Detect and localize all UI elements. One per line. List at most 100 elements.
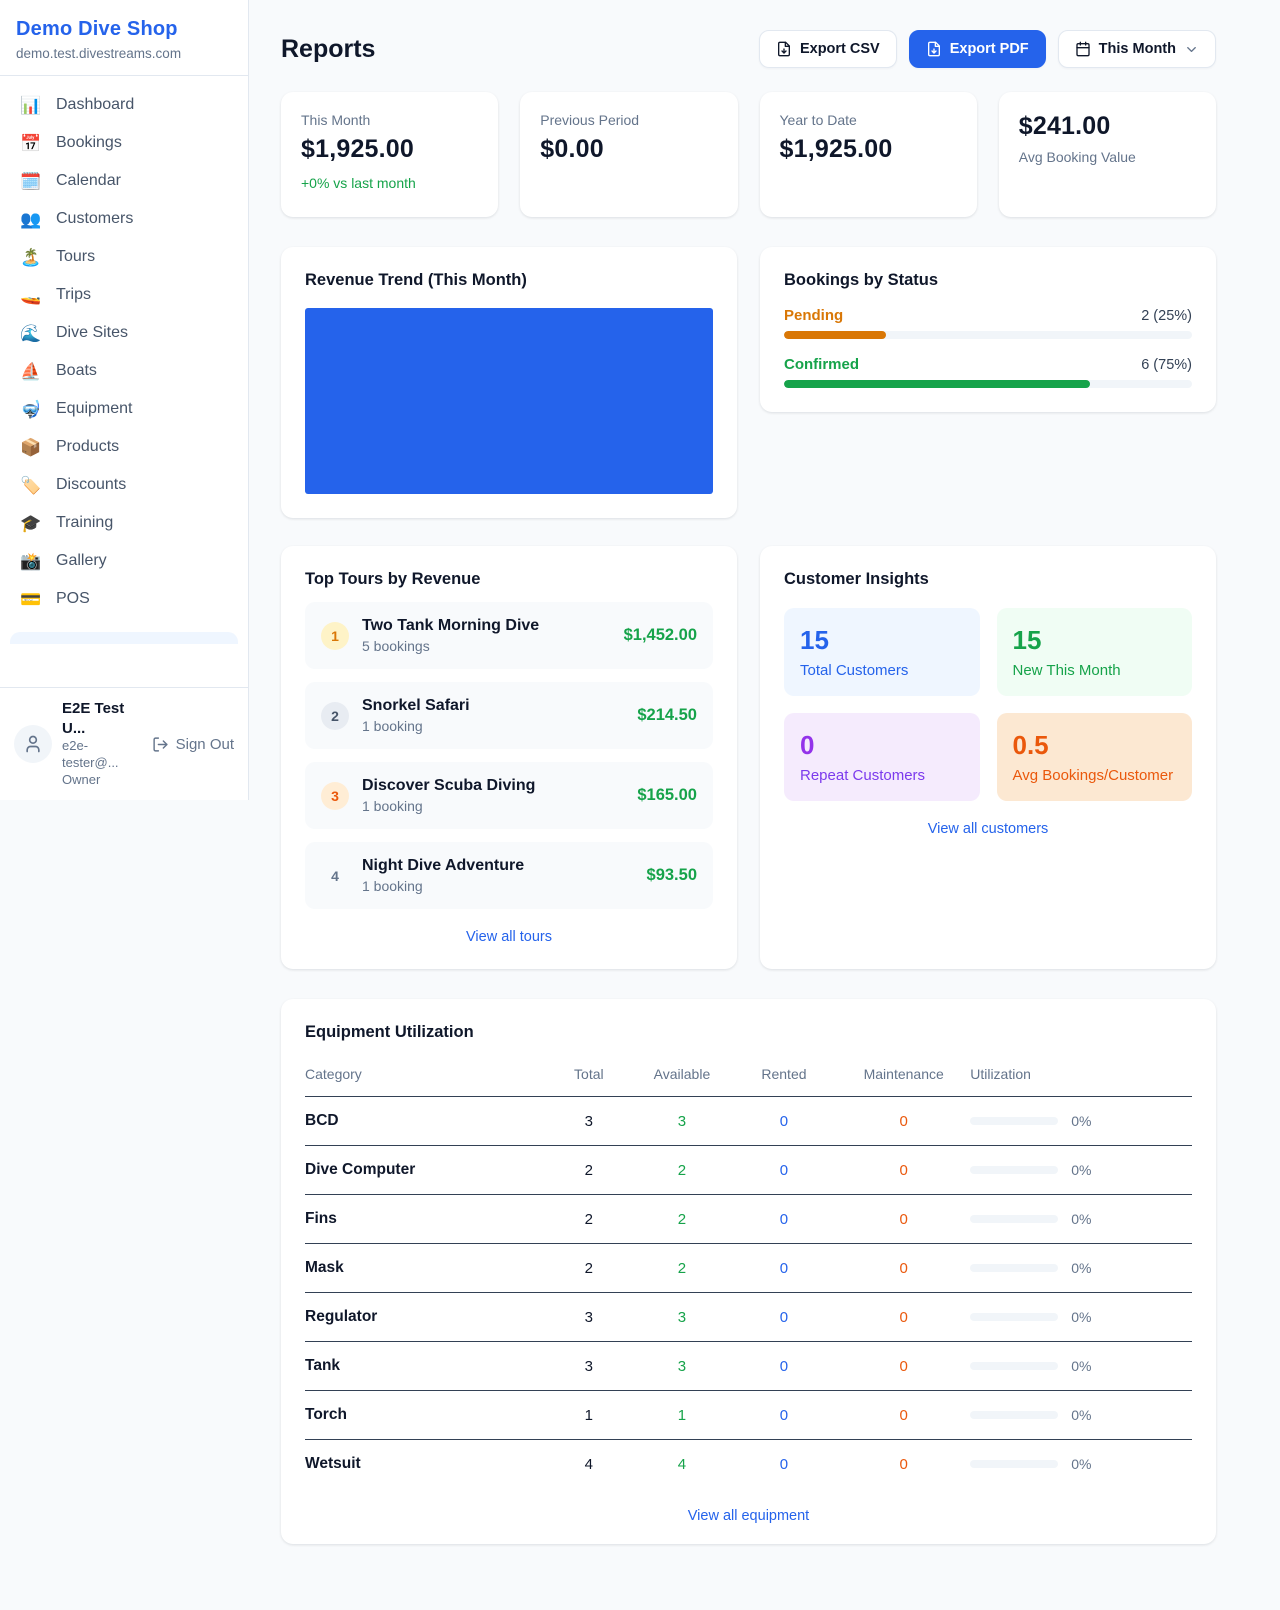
status-label: Confirmed [784, 356, 859, 373]
cell-total: 2 [544, 1146, 633, 1195]
status-label: Pending [784, 307, 843, 324]
table-row: Wetsuit 4 4 0 0 0% [305, 1440, 1192, 1489]
stat-label: Year to Date [780, 112, 957, 128]
top-tours-card: Top Tours by Revenue 1 Two Tank Morning … [281, 546, 737, 969]
cell-maintenance: 0 [837, 1097, 970, 1146]
tile-label: New This Month [1013, 662, 1177, 679]
sidebar-item-equipment[interactable]: 🤿 Equipment [10, 390, 238, 428]
stat-label: This Month [301, 112, 478, 128]
tour-row[interactable]: 4 Night Dive Adventure 1 booking $93.50 [305, 842, 713, 909]
status-count: 6 (75%) [1141, 357, 1192, 373]
sign-out-button[interactable]: Sign Out [152, 736, 234, 753]
tour-row[interactable]: 2 Snorkel Safari 1 booking $214.50 [305, 682, 713, 749]
chevron-down-icon [1184, 42, 1199, 57]
sidebar-item-discounts[interactable]: 🏷️ Discounts [10, 466, 238, 504]
table-row: Regulator 3 3 0 0 0% [305, 1293, 1192, 1342]
sidebar-item-pos[interactable]: 💳 POS [10, 580, 238, 618]
export-pdf-button[interactable]: Export PDF [909, 30, 1046, 68]
export-pdf-label: Export PDF [950, 41, 1029, 57]
sidebar-item-calendar[interactable]: 🗓️ Calendar [10, 162, 238, 200]
cell-category: Wetsuit [305, 1440, 544, 1489]
tour-name: Night Dive Adventure [362, 857, 634, 875]
user-email: e2e-tester@... [62, 738, 142, 772]
utilization-bar [970, 1117, 1058, 1125]
sidebar-item-label: Training [56, 514, 113, 532]
avatar [14, 725, 52, 763]
stats-row: This Month $1,925.00 +0% vs last month P… [281, 92, 1216, 217]
cell-category: Tank [305, 1342, 544, 1391]
cell-rented: 0 [731, 1391, 837, 1440]
cell-available: 3 [633, 1342, 731, 1391]
cell-category: Torch [305, 1391, 544, 1440]
sidebar-item-reports-partial[interactable] [10, 632, 238, 644]
tour-amount: $165.00 [637, 786, 697, 805]
sidebar-item-dive-sites[interactable]: 🌊 Dive Sites [10, 314, 238, 352]
bar-chart-icon: 📊 [20, 97, 42, 114]
table-row: Tank 3 3 0 0 0% [305, 1342, 1192, 1391]
main-content: Reports Export CSV Export PDF This Month… [249, 0, 1280, 1544]
sidebar-item-tours[interactable]: 🏝️ Tours [10, 238, 238, 276]
diving-mask-icon: 🤿 [20, 401, 42, 418]
tour-amount: $1,452.00 [624, 626, 697, 645]
sidebar-item-label: Equipment [56, 400, 133, 418]
user-name: E2E Test U... [62, 699, 142, 738]
tile-label: Avg Bookings/Customer [1013, 767, 1177, 784]
cell-rented: 0 [731, 1342, 837, 1391]
cell-maintenance: 0 [837, 1342, 970, 1391]
sidebar-item-products[interactable]: 📦 Products [10, 428, 238, 466]
sailboat-icon: ⛵ [20, 363, 42, 380]
cell-category: Mask [305, 1244, 544, 1293]
progress-track [784, 380, 1192, 388]
wave-icon: 🌊 [20, 325, 42, 342]
period-label: This Month [1099, 41, 1176, 57]
sidebar-item-training[interactable]: 🎓 Training [10, 504, 238, 542]
stat-value: $241.00 [1019, 112, 1196, 141]
cell-available: 3 [633, 1097, 731, 1146]
stat-value: $1,925.00 [301, 135, 478, 164]
export-csv-button[interactable]: Export CSV [759, 30, 897, 68]
sidebar-item-label: Gallery [56, 552, 107, 570]
tile-repeat-customers: 0 Repeat Customers [784, 713, 980, 801]
tour-row[interactable]: 3 Discover Scuba Diving 1 booking $165.0… [305, 762, 713, 829]
sidebar-item-boats[interactable]: ⛵ Boats [10, 352, 238, 390]
revenue-trend-title: Revenue Trend (This Month) [305, 271, 713, 290]
utilization-percent: 0% [1071, 1309, 1091, 1325]
tile-label: Repeat Customers [800, 767, 964, 784]
view-all-equipment-link[interactable]: View all equipment [305, 1508, 1192, 1524]
sidebar-nav: 📊 Dashboard 📅 Bookings 🗓️ Calendar 👥 Cus… [0, 76, 248, 644]
sidebar-item-label: Dive Sites [56, 324, 128, 342]
sidebar-item-label: Tours [56, 248, 95, 266]
period-select[interactable]: This Month [1058, 30, 1216, 68]
cell-available: 2 [633, 1146, 731, 1195]
stat-value: $1,925.00 [780, 135, 957, 164]
sidebar-item-label: Products [56, 438, 119, 456]
cell-category: BCD [305, 1097, 544, 1146]
cell-rented: 0 [731, 1244, 837, 1293]
stat-card-avg-booking-value: $241.00 Avg Booking Value [999, 92, 1216, 217]
sidebar-item-dashboard[interactable]: 📊 Dashboard [10, 86, 238, 124]
brand-domain: demo.test.divestreams.com [16, 46, 232, 61]
stat-card-this-month: This Month $1,925.00 +0% vs last month [281, 92, 498, 217]
tile-avg-bookings: 0.5 Avg Bookings/Customer [997, 713, 1193, 801]
equipment-utilization-title: Equipment Utilization [305, 1023, 1192, 1042]
rank-badge: 1 [321, 622, 349, 650]
sidebar: Demo Dive Shop demo.test.divestreams.com… [0, 0, 249, 800]
tour-row[interactable]: 1 Two Tank Morning Dive 5 bookings $1,45… [305, 602, 713, 669]
bookings-by-status-card: Bookings by Status Pending 2 (25%) Confi… [760, 247, 1216, 412]
utilization-bar [970, 1411, 1058, 1419]
sidebar-item-gallery[interactable]: 📸 Gallery [10, 542, 238, 580]
cell-available: 4 [633, 1440, 731, 1489]
sidebar-item-customers[interactable]: 👥 Customers [10, 200, 238, 238]
equipment-utilization-card: Equipment Utilization Category Total Ava… [281, 999, 1216, 1544]
customer-insights-title: Customer Insights [784, 570, 1192, 589]
cell-total: 3 [544, 1097, 633, 1146]
stat-delta: +0% vs last month [301, 175, 478, 191]
view-all-customers-link[interactable]: View all customers [784, 821, 1192, 837]
sidebar-item-bookings[interactable]: 📅 Bookings [10, 124, 238, 162]
sidebar-item-trips[interactable]: 🚤 Trips [10, 276, 238, 314]
view-all-tours-link[interactable]: View all tours [305, 929, 713, 945]
tour-bookings: 1 booking [362, 718, 624, 734]
brand-name: Demo Dive Shop [16, 18, 232, 41]
stat-label: Previous Period [540, 112, 717, 128]
cell-category: Regulator [305, 1293, 544, 1342]
